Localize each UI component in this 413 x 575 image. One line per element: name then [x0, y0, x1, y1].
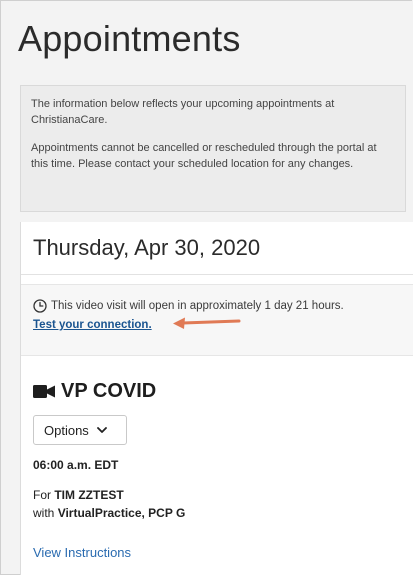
clock-icon — [33, 299, 47, 313]
test-connection-link[interactable]: Test your connection. — [33, 319, 152, 331]
patient-line: For TIM ZZTEST — [33, 486, 185, 504]
info-notice-box: The information below reflects your upco… — [20, 85, 406, 212]
arrow-annotation-icon — [173, 317, 241, 329]
view-instructions-link[interactable]: View Instructions — [33, 545, 131, 560]
appointment-date: Thursday, Apr 30, 2020 — [33, 235, 261, 260]
options-dropdown-button[interactable]: Options — [33, 415, 127, 445]
video-visit-notice-text: This video visit will open in approximat… — [51, 300, 344, 312]
visit-title-row: VP COVID — [33, 380, 156, 403]
patient-name: TIM ZZTEST — [54, 488, 124, 502]
appointment-card: Thursday, Apr 30, 2020 This video visit … — [20, 222, 413, 575]
options-label: Options — [44, 422, 89, 438]
appointment-participants: For TIM ZZTEST with VirtualPractice, PCP… — [33, 486, 185, 522]
chevron-down-icon — [96, 427, 107, 433]
provider-line: with VirtualPractice, PCP G — [33, 504, 185, 522]
with-prefix: with — [33, 506, 58, 520]
info-text-cancellation: Appointments cannot be cancelled or resc… — [31, 142, 377, 170]
for-prefix: For — [33, 488, 55, 502]
info-text-upcoming: The information below reflects your upco… — [31, 98, 335, 126]
visit-title: VP COVID — [61, 380, 157, 402]
video-visit-notice-text-row: This video visit will open in approximat… — [33, 299, 344, 313]
video-camera-icon — [33, 385, 55, 398]
appointment-time: 06:00 a.m. EDT — [33, 458, 119, 472]
date-header: Thursday, Apr 30, 2020 — [21, 222, 413, 275]
page-title: Appointments — [18, 18, 241, 59]
video-visit-notice: This video visit will open in approximat… — [21, 284, 413, 356]
provider-name: VirtualPractice, PCP G — [57, 506, 186, 520]
